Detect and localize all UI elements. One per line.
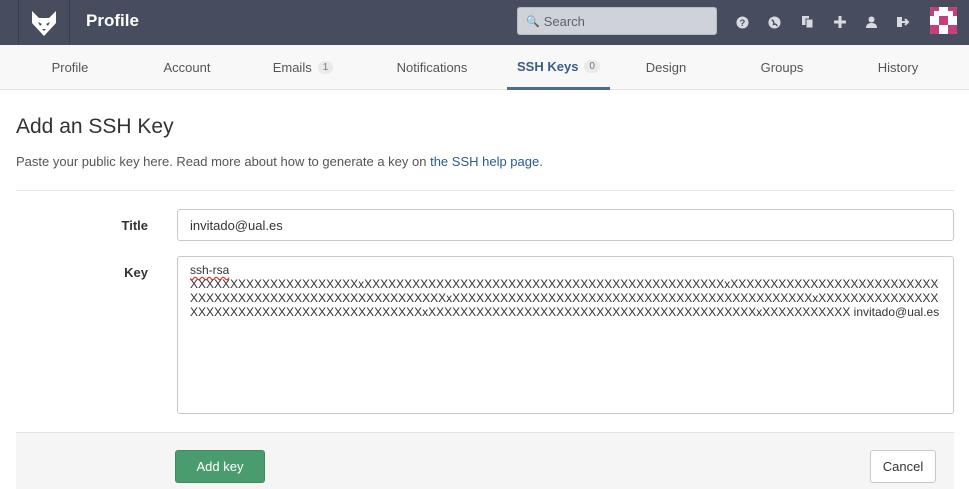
key-body: XXXXXXXXXXXXXXXXXXXXXxXXXXXXXXXXXXXXXXXX…	[190, 277, 940, 319]
copy-icon[interactable]	[798, 13, 816, 31]
avatar-identicon-icon	[930, 7, 957, 34]
tab-profile[interactable]: Profile	[30, 45, 110, 90]
tab-label: Notifications	[396, 60, 468, 75]
key-type: ssh-rsa	[190, 263, 230, 277]
divider	[16, 190, 954, 191]
user-icon[interactable]	[862, 13, 880, 31]
ssh-help-link[interactable]: the SSH help page	[430, 154, 539, 169]
tab-label: History	[877, 60, 919, 75]
tab-label: Groups	[760, 60, 804, 75]
tab-history[interactable]: History	[862, 45, 934, 90]
search-placeholder: Search	[543, 13, 585, 29]
tab-ssh-keys[interactable]: SSH Keys 0	[507, 45, 610, 90]
tab-account[interactable]: Account	[146, 45, 228, 90]
title-label: Title	[121, 218, 149, 233]
cancel-button[interactable]: Cancel	[870, 450, 936, 483]
tab-label: Emails	[272, 60, 312, 75]
tab-label: SSH Keys	[517, 58, 579, 74]
profile-nav: Profile Account Emails 1 Notifications S…	[0, 45, 969, 90]
help-icon[interactable]: ?	[733, 13, 751, 31]
globe-icon[interactable]	[765, 13, 783, 31]
search-input[interactable]: 🔍 Search	[517, 7, 717, 35]
tab-label: Account	[163, 60, 211, 75]
tab-groups[interactable]: Groups	[744, 45, 820, 90]
tab-design[interactable]: Design	[630, 45, 702, 90]
tab-badge: 1	[317, 61, 334, 74]
tab-notifications[interactable]: Notifications	[382, 45, 482, 90]
form-actions: Add key Cancel	[16, 432, 954, 489]
tab-label: Design	[645, 60, 687, 75]
tab-label: Profile	[51, 60, 89, 75]
key-label: Key	[124, 265, 148, 280]
intro-end: .	[539, 154, 543, 169]
title-field[interactable]	[177, 209, 954, 241]
plus-icon[interactable]	[831, 13, 849, 31]
intro-body: Paste your public key here. Read more ab…	[16, 154, 431, 169]
tab-emails[interactable]: Emails 1	[262, 45, 344, 90]
add-key-button[interactable]: Add key	[175, 450, 265, 483]
intro-text: Paste your public key here. Read more ab…	[16, 154, 543, 169]
fox-logo-icon	[32, 10, 56, 36]
header-title: Profile	[86, 11, 139, 30]
tab-badge: 0	[584, 59, 600, 73]
svg-text:?: ?	[739, 17, 745, 27]
key-textarea[interactable]: ssh-rsa XXXXXXXXXXXXXXXXXXXXXxXXXXXXXXXX…	[177, 256, 954, 414]
avatar[interactable]	[930, 7, 957, 34]
search-icon: 🔍	[526, 15, 540, 28]
page-title: Add an SSH Key	[16, 115, 174, 138]
sign-out-icon[interactable]	[894, 13, 912, 31]
gitlab-logo[interactable]	[18, 0, 70, 45]
top-header: Profile 🔍 Search ?	[0, 0, 969, 45]
